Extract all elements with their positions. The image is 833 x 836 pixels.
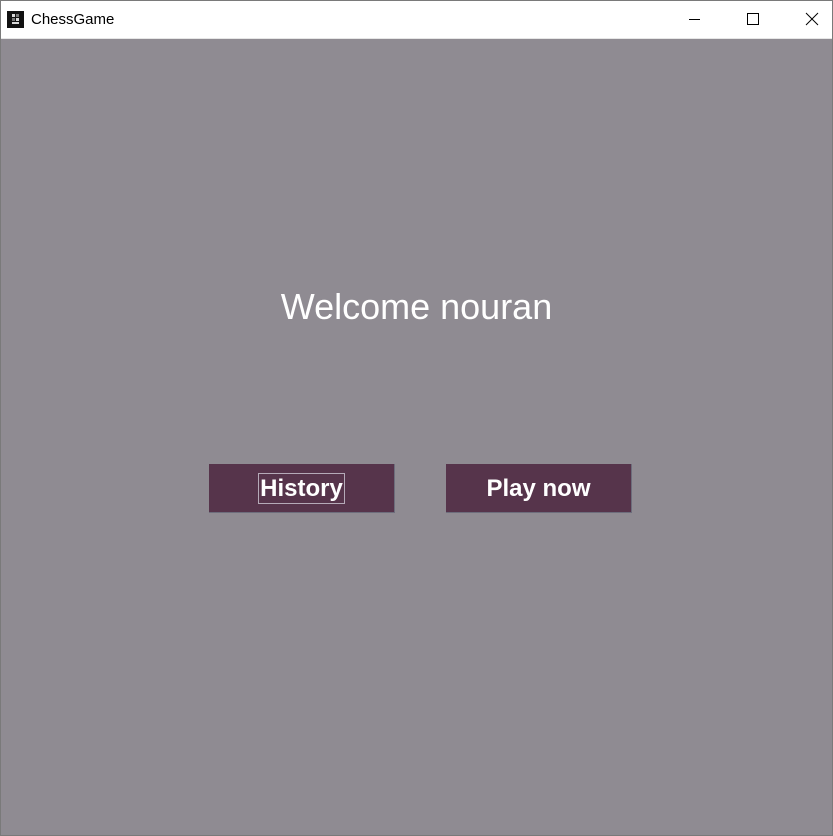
window-title: ChessGame [31,11,115,28]
minimize-icon[interactable] [673,1,719,38]
close-icon[interactable] [788,1,832,38]
maximize-icon[interactable] [731,1,777,38]
main-content: Welcome nouran History Play now [1,39,832,835]
welcome-message: Welcome nouran [280,286,553,327]
title-bar[interactable]: ChessGame [1,1,832,39]
history-button[interactable]: History [209,464,395,513]
play-now-button-label: Play now [486,474,591,502]
play-now-button[interactable]: Play now [446,464,632,513]
app-window: ChessGame Welcome nouran History Play no… [0,0,833,836]
chess-app-icon [7,11,24,28]
history-button-label: History [258,472,345,504]
